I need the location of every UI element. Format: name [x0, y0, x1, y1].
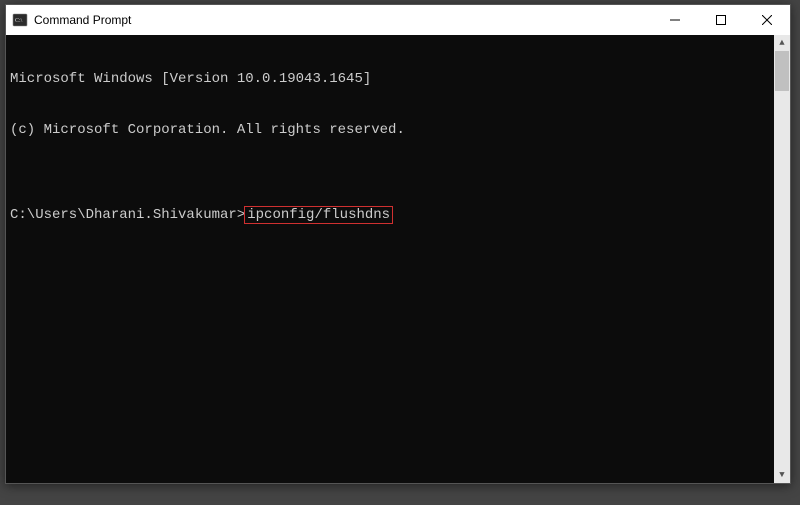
version-line: Microsoft Windows [Version 10.0.19043.16… — [10, 71, 786, 88]
scroll-up-arrow[interactable]: ▲ — [774, 35, 790, 51]
prompt-line: C:\Users\Dharani.Shivakumar>ipconfig/flu… — [10, 207, 786, 224]
window-controls — [652, 5, 790, 35]
copyright-line: (c) Microsoft Corporation. All rights re… — [10, 122, 786, 139]
terminal-area[interactable]: Microsoft Windows [Version 10.0.19043.16… — [6, 35, 790, 483]
svg-text:C:\: C:\ — [15, 18, 23, 24]
window-title: Command Prompt — [34, 13, 131, 27]
titlebar: C:\ Command Prompt — [6, 5, 790, 35]
prompt-path: C:\Users\Dharani.Shivakumar> — [10, 207, 245, 223]
vertical-scrollbar[interactable]: ▲ ▼ — [774, 35, 790, 483]
close-button[interactable] — [744, 5, 790, 35]
command-prompt-window: C:\ Command Prompt Microsoft Windows [Ve… — [5, 4, 791, 484]
minimize-button[interactable] — [652, 5, 698, 35]
maximize-button[interactable] — [698, 5, 744, 35]
scroll-down-arrow[interactable]: ▼ — [774, 467, 790, 483]
command-text: ipconfig/flushdns — [244, 206, 393, 224]
cmd-icon: C:\ — [12, 12, 28, 28]
scrollbar-thumb[interactable] — [775, 51, 789, 91]
title-left: C:\ Command Prompt — [6, 12, 131, 28]
